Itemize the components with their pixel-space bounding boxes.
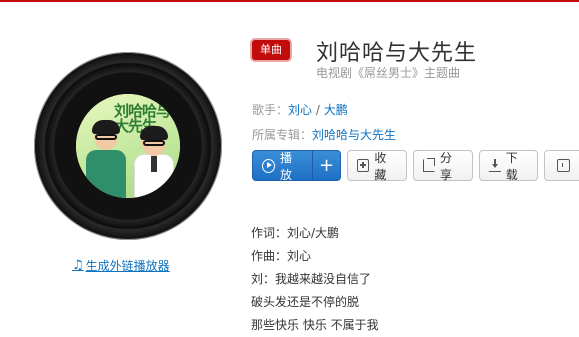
singer-row: 歌手：刘心 / 大鹏 xyxy=(252,101,348,118)
top-accent-bar xyxy=(0,0,579,2)
lyrics-line: 刘：我越来越没自信了 xyxy=(251,272,372,286)
singer-link-1[interactable]: 刘心 xyxy=(288,103,312,117)
song-subtitle: 电视剧《屌丝男士》主题曲 xyxy=(316,66,461,80)
album-label: 所属专辑： xyxy=(252,128,313,142)
play-icon xyxy=(262,158,275,173)
single-badge: 单曲 xyxy=(252,40,290,60)
external-player-label: 生成外链播放器 xyxy=(85,259,170,273)
lyrics-line: 作曲：刘心 xyxy=(251,249,312,263)
share-icon xyxy=(422,158,436,172)
cover-person-left xyxy=(86,120,126,198)
favorite-label: 收藏 xyxy=(374,150,387,182)
singer-separator: / xyxy=(312,103,324,117)
add-to-playlist-button[interactable]: + xyxy=(312,151,340,180)
comment-button[interactable] xyxy=(544,150,579,181)
external-player-link[interactable]: ♫ 生成外链播放器 xyxy=(72,257,170,274)
singer-link-2[interactable]: 大鹏 xyxy=(324,103,348,117)
download-label: 下载 xyxy=(505,150,518,182)
lyrics-line: 那些快乐 快乐 不属于我 xyxy=(251,318,379,332)
song-title: 刘哈哈与大先生 xyxy=(316,41,478,66)
comment-icon xyxy=(557,159,571,172)
album-disc: 刘哈哈与大先生 xyxy=(34,52,222,240)
album-cover: 刘哈哈与大先生 xyxy=(76,94,180,198)
singer-label: 歌手： xyxy=(252,103,289,117)
play-button[interactable]: 播放 xyxy=(253,151,312,180)
cover-person-right xyxy=(134,126,174,198)
download-button[interactable]: 下载 xyxy=(478,150,539,182)
add-folder-icon xyxy=(357,159,370,172)
lyrics-line: 破头发还是不停的脱 xyxy=(251,295,360,309)
vinyl-record: 刘哈哈与大先生 xyxy=(34,52,222,240)
share-label: 分享 xyxy=(440,150,453,182)
album-link[interactable]: 刘哈哈与大先生 xyxy=(312,128,396,142)
action-toolbar: 播放 + 收藏 分享 下载 xyxy=(252,150,579,182)
share-button[interactable]: 分享 xyxy=(412,150,473,182)
download-icon xyxy=(488,159,501,172)
music-note-icon: ♫ xyxy=(72,258,84,273)
lyrics-line: 作词：刘心/大鹏 xyxy=(251,226,340,240)
favorite-button[interactable]: 收藏 xyxy=(347,150,407,182)
lyrics-block: 作词：刘心/大鹏 作曲：刘心 刘：我越来越没自信了 破头发还是不停的脱 那些快乐… xyxy=(251,222,379,337)
play-label: 播放 xyxy=(280,150,293,181)
album-row: 所属专辑：刘哈哈与大先生 xyxy=(252,126,396,143)
play-button-group: 播放 + xyxy=(252,150,342,181)
